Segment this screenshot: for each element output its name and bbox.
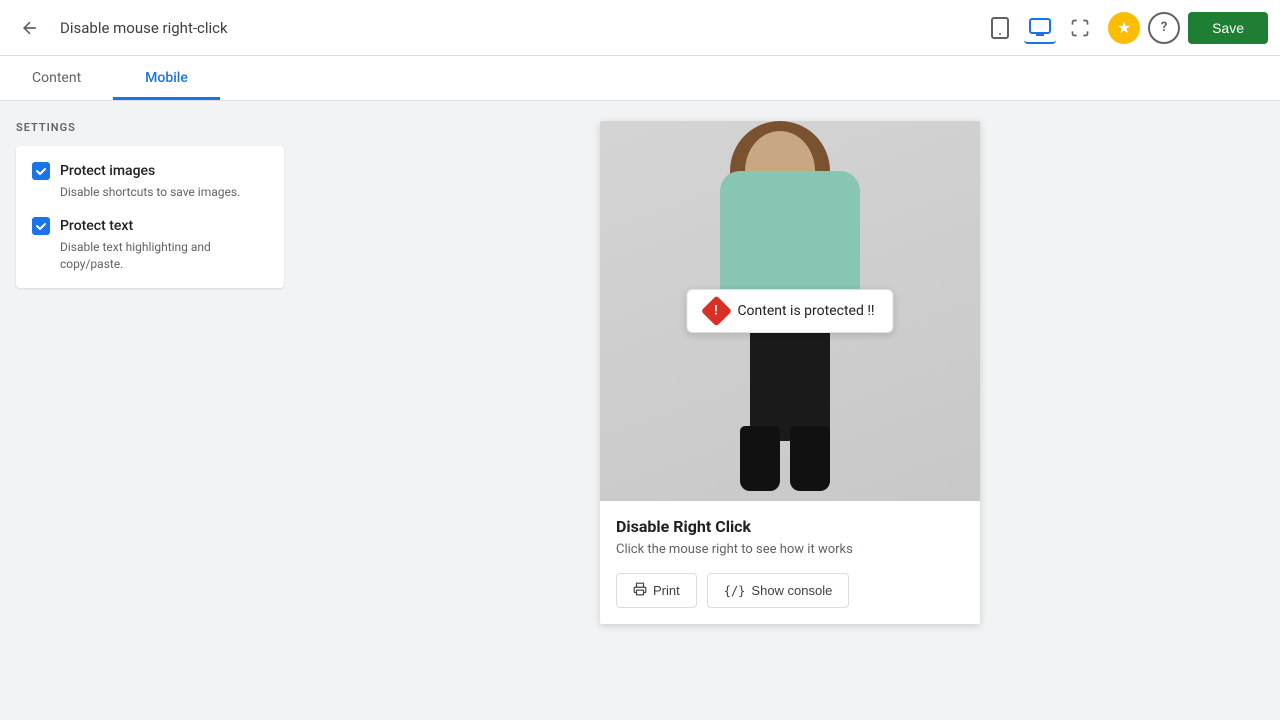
phone-preview: ! Content is protected !! Disable Right … [600, 121, 980, 624]
protect-text-label: Protect text [60, 218, 133, 234]
product-title: Disable Right Click [616, 517, 964, 536]
topbar: Disable mouse right-click ★ ? Save [0, 0, 1280, 56]
protect-images-description: Disable shortcuts to save images. [32, 184, 268, 201]
boots-left [740, 426, 780, 491]
print-button[interactable]: Print [616, 573, 697, 608]
settings-heading: SETTINGS [16, 121, 284, 134]
protect-text-description: Disable text highlighting and copy/paste… [32, 239, 268, 273]
action-buttons: Print {/} Show console [616, 573, 964, 608]
sidebar: SETTINGS Protect images Disable shortcut… [0, 101, 300, 716]
help-icon: ? [1161, 20, 1167, 35]
print-label: Print [653, 583, 680, 598]
boots-right [790, 426, 830, 491]
star-button[interactable]: ★ [1108, 12, 1140, 44]
page-title: Disable mouse right-click [60, 19, 972, 37]
console-icon: {/} [724, 584, 746, 598]
save-button[interactable]: Save [1188, 12, 1268, 44]
print-icon [633, 582, 647, 599]
main-layout: SETTINGS Protect images Disable shortcut… [0, 101, 1280, 716]
console-label: Show console [751, 583, 832, 598]
preview-area: ! Content is protected !! Disable Right … [300, 101, 1280, 716]
protect-text-setting: Protect text Disable text highlighting a… [32, 217, 268, 273]
protect-images-label: Protect images [60, 163, 155, 179]
protect-images-row: Protect images [32, 162, 268, 180]
protect-images-setting: Protect images Disable shortcuts to save… [32, 162, 268, 201]
warning-icon: ! [701, 295, 732, 326]
protect-images-checkbox[interactable] [32, 162, 50, 180]
mobile-view-button[interactable] [984, 12, 1016, 44]
phone-content-area: Disable Right Click Click the mouse righ… [600, 501, 980, 624]
tab-mobile[interactable]: Mobile [113, 56, 220, 100]
help-button[interactable]: ? [1148, 12, 1180, 44]
device-switcher [984, 12, 1096, 44]
tab-content[interactable]: Content [0, 56, 113, 100]
warning-exclamation: ! [715, 304, 719, 319]
topbar-actions: ★ ? Save [1108, 12, 1268, 44]
content-protected-tooltip: ! Content is protected !! [686, 289, 893, 333]
product-description: Click the mouse right to see how it work… [616, 542, 964, 557]
tab-bar: Content Mobile [0, 56, 1280, 101]
product-image: ! Content is protected !! [600, 121, 980, 501]
protect-text-checkbox[interactable] [32, 217, 50, 235]
desktop-view-button[interactable] [1024, 12, 1056, 44]
protected-message: Content is protected !! [737, 303, 874, 319]
pants-layer [750, 321, 830, 441]
settings-card: Protect images Disable shortcuts to save… [16, 146, 284, 288]
expand-view-button[interactable] [1064, 12, 1096, 44]
back-button[interactable] [12, 10, 48, 46]
protect-text-row: Protect text [32, 217, 268, 235]
star-icon: ★ [1117, 18, 1131, 37]
show-console-button[interactable]: {/} Show console [707, 573, 850, 608]
